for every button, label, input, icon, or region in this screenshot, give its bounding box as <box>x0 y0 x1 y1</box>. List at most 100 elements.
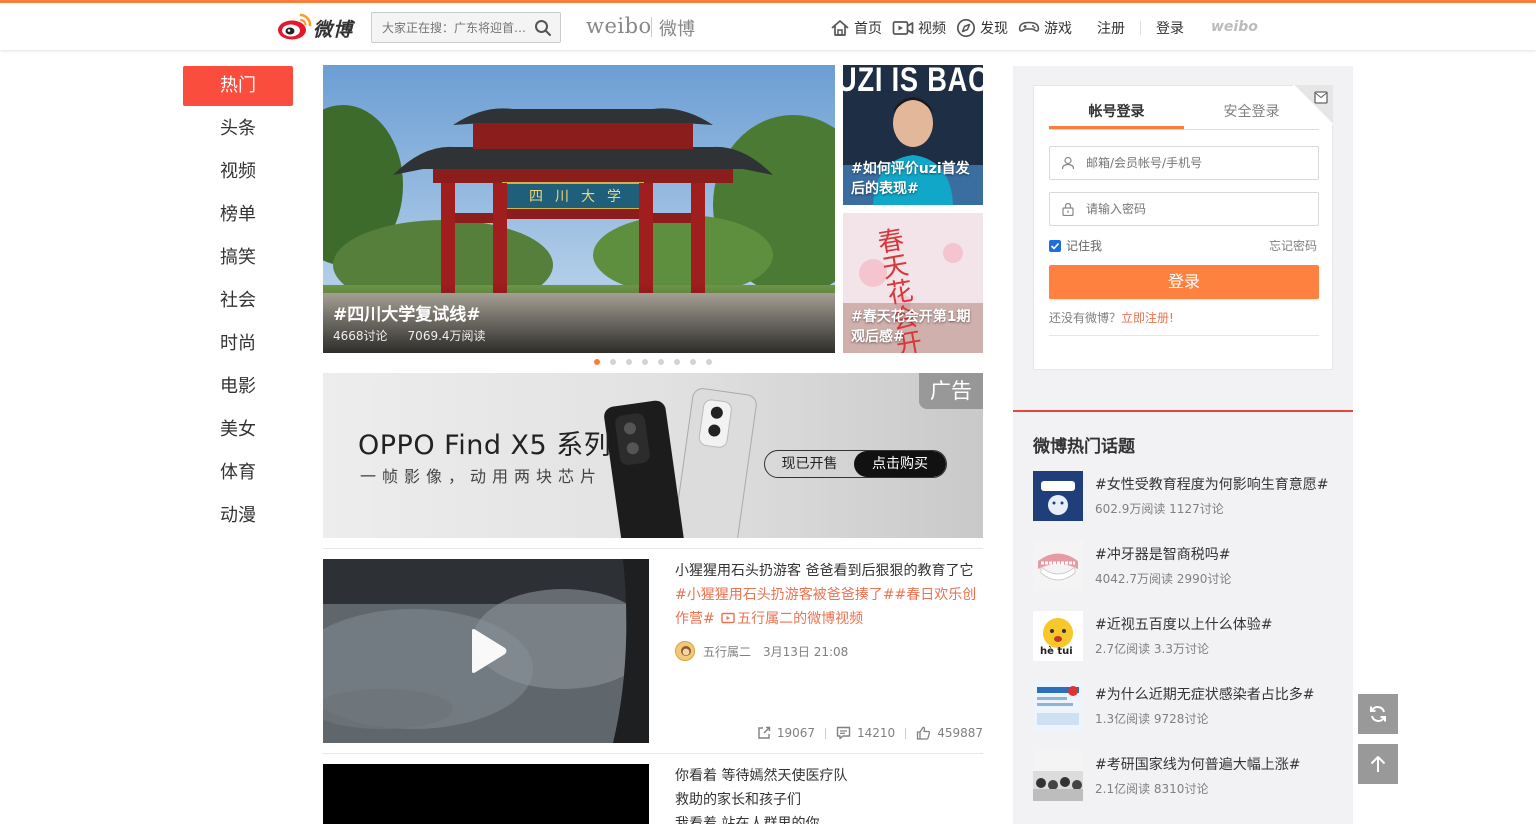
login-submit-button[interactable]: 登录 <box>1049 265 1319 299</box>
register-now-link[interactable]: 立即注册! <box>1121 311 1174 325</box>
comment-button[interactable]: 14210 <box>836 726 895 740</box>
repost-icon <box>758 726 771 739</box>
nav-games-label: 游戏 <box>1044 21 1072 37</box>
nav-video-label: 视频 <box>918 21 946 37</box>
nav-video[interactable]: 视频 <box>892 18 946 38</box>
feed-actions: 19067 14210 459887 <box>757 726 983 740</box>
side-card-uzi[interactable]: UZI IS BACK #如何评价uzi首发后的表现# <box>843 65 983 205</box>
hero-meta: 4668讨论 7069.4万阅读 <box>333 327 486 344</box>
login-tabs: 帐号登录 安全登录 <box>1049 100 1319 130</box>
nav-home[interactable]: 首页 <box>830 18 882 38</box>
carousel-dots <box>594 359 712 365</box>
search-input[interactable] <box>372 13 532 42</box>
ad-cta-on-sale[interactable]: 现已开售 <box>765 451 854 477</box>
hot-topic-item[interactable]: #为什么近期无症状感染者占比多# 1.3亿阅读 9728讨论 <box>1033 681 1333 731</box>
like-button[interactable]: 459887 <box>916 726 983 740</box>
carousel-dot[interactable] <box>690 359 696 365</box>
password-input[interactable] <box>1086 193 1312 225</box>
carousel-dot[interactable] <box>658 359 664 365</box>
arrow-up-icon <box>1370 756 1386 772</box>
back-to-top-button[interactable] <box>1358 744 1398 784</box>
username-input[interactable] <box>1086 147 1312 179</box>
feed-video-thumbnail[interactable] <box>323 559 649 743</box>
category-item[interactable]: 体育 <box>183 453 293 493</box>
hot-topic-item[interactable]: #冲牙器是智商税吗# 4042.7万阅读 2990讨论 <box>1033 541 1333 591</box>
category-item[interactable]: 头条 <box>183 109 293 149</box>
category-item[interactable]: 电影 <box>183 367 293 407</box>
carousel-dot[interactable] <box>626 359 632 365</box>
ad-cta-buy-button[interactable]: 点击购买 <box>854 451 946 477</box>
hot-topic-stats: 602.9万阅读 1127讨论 <box>1095 502 1224 516</box>
hero-title[interactable]: #四川大学复试线# <box>333 300 481 325</box>
feed-video-link-icon[interactable] <box>719 611 737 627</box>
feed-post-video-link[interactable]: 五行属二的微博视频 <box>737 611 863 627</box>
hot-topic-item[interactable]: hè tui #近视五百度以上什么体验# 2.7亿阅读 3.3万讨论 <box>1033 611 1333 661</box>
category-item[interactable]: 动漫 <box>183 496 293 536</box>
register-prompt: 还没有微博？立即注册! <box>1049 309 1174 326</box>
weibo-logo[interactable]: 微博 <box>277 11 359 43</box>
login-link[interactable]: 登录 <box>1156 18 1184 38</box>
category-item[interactable]: 美女 <box>183 410 293 450</box>
play-icon[interactable] <box>468 628 508 674</box>
no-account-text: 还没有微博？ <box>1049 311 1122 325</box>
gamepad-icon <box>1018 21 1040 32</box>
refresh-button[interactable] <box>1358 694 1398 734</box>
hot-topic-name[interactable]: #近视五百度以上什么体验# <box>1095 614 1272 634</box>
hot-topic-item[interactable]: #女性受教育程度为何影响生育意愿# 602.9万阅读 1127讨论 <box>1033 471 1333 521</box>
brand-cn-text: 微博 <box>659 19 695 40</box>
ad-cta[interactable]: 现已开售 点击购买 <box>764 450 947 478</box>
hot-topic-name[interactable]: #女性受教育程度为何影响生育意愿# <box>1095 474 1328 494</box>
hot-topic-thumb[interactable] <box>1033 681 1083 731</box>
weibo-eye-icon <box>278 13 312 40</box>
feed-post-plain: 小猩猩用石头扔游客 爸爸看到后狠狠的教育了它 <box>675 563 974 579</box>
feed-author-name[interactable]: 五行属二 <box>703 643 751 660</box>
category-item[interactable]: 视频 <box>183 152 293 192</box>
hot-topic-name[interactable]: #考研国家线为何普遍大幅上涨# <box>1095 754 1300 774</box>
avatar[interactable] <box>675 641 695 661</box>
repost-count: 19067 <box>776 726 815 740</box>
nav-discover[interactable]: 发现 <box>956 18 1008 38</box>
hot-topic-thumb[interactable] <box>1033 751 1083 801</box>
ad-banner[interactable]: 广告 OPPO Find X5 系列 一帧影像，动用两块芯片 现已开售 点击购买 <box>323 373 983 538</box>
remember-label: 记住我 <box>1066 239 1103 253</box>
hot-topic-thumb[interactable] <box>1033 471 1083 521</box>
category-item[interactable]: 时尚 <box>183 324 293 364</box>
hot-topic-stats: 4042.7万阅读 2990讨论 <box>1095 572 1232 586</box>
feed-divider <box>323 753 983 754</box>
side-card-spring[interactable]: 春天花会开 #春天花会开第1期观后感# <box>843 213 983 353</box>
hot-topic-stats: 1.3亿阅读 9728讨论 <box>1095 712 1209 726</box>
nav-games[interactable]: 游戏 <box>1018 18 1072 38</box>
repost-button[interactable]: 19067 <box>757 726 815 740</box>
home-icon <box>831 20 849 36</box>
search-icon[interactable] <box>534 19 552 37</box>
tab-account-login[interactable]: 帐号登录 <box>1049 100 1184 129</box>
hero-carousel[interactable]: 四川大学 #四川大学复试线# 4668讨论 7069.4万阅读 <box>323 65 835 353</box>
category-item[interactable]: 搞笑 <box>183 238 293 278</box>
remember-me[interactable]: 记住我 <box>1049 237 1102 254</box>
carousel-dot[interactable] <box>642 359 648 365</box>
ad-subtitle: 一帧影像，动用两块芯片 <box>360 467 603 486</box>
hot-topic-item[interactable]: #考研国家线为何普遍大幅上涨# 2.1亿阅读 8310讨论 <box>1033 751 1333 801</box>
category-nav: 热门 头条 视频 榜单 搞笑 社会 时尚 电影 美女 体育 动漫 <box>183 66 293 539</box>
carousel-dot[interactable] <box>674 359 680 365</box>
tab-secure-login[interactable]: 安全登录 <box>1184 100 1319 129</box>
register-link[interactable]: 注册 <box>1097 18 1125 38</box>
carousel-dot[interactable] <box>610 359 616 365</box>
hot-topic-name[interactable]: #为什么近期无症状感染者占比多# <box>1095 684 1314 704</box>
refresh-icon <box>1370 706 1386 722</box>
logo-text: 微博 <box>313 19 354 41</box>
category-item[interactable]: 热门 <box>183 66 293 106</box>
carousel-dot[interactable] <box>594 359 600 365</box>
hot-topic-thumb[interactable]: hè tui <box>1033 611 1083 661</box>
hot-topic-stats: 2.7亿阅读 3.3万讨论 <box>1095 642 1209 656</box>
category-item[interactable]: 榜单 <box>183 195 293 235</box>
hot-topic-name[interactable]: #冲牙器是智商税吗# <box>1095 544 1230 564</box>
feed-post-2-line: 你看着 等待嫣然天使医疗队 <box>675 768 848 784</box>
carousel-dot[interactable] <box>706 359 712 365</box>
hot-topic-thumb[interactable] <box>1033 541 1083 591</box>
forgot-password-link[interactable]: 忘记密码 <box>1269 237 1317 254</box>
remember-checkbox[interactable] <box>1049 239 1061 252</box>
feed-post-text-2: 你看着 等待嫣然天使医疗队 救助的家长和孩子们 我看着 站在人群里的你 <box>675 764 983 824</box>
feed-video-thumbnail-2[interactable] <box>323 764 649 824</box>
category-item[interactable]: 社会 <box>183 281 293 321</box>
